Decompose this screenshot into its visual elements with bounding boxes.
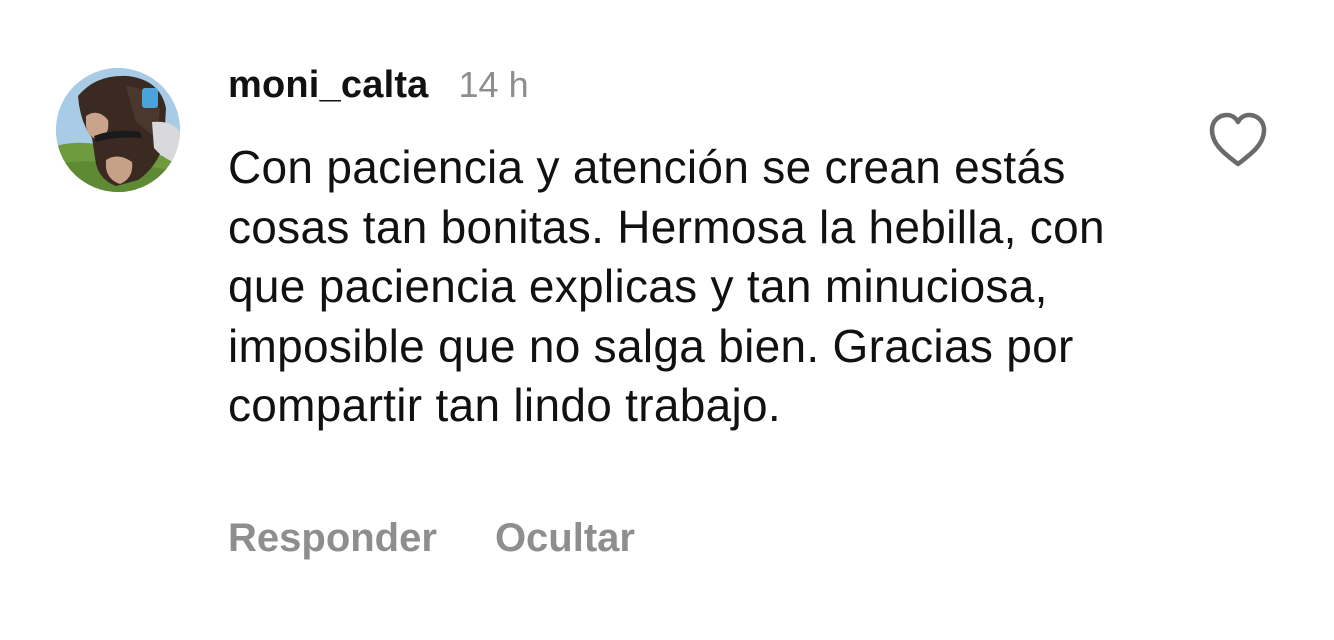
- avatar-image: [56, 68, 180, 192]
- comment-text: Con paciencia y atención se crean estás …: [228, 141, 1105, 431]
- comment-actions: Responder Ocultar: [228, 516, 635, 561]
- timestamp: 14 h: [458, 64, 529, 105]
- comment-item: moni_calta 14 h Con paciencia y atención…: [0, 0, 1334, 640]
- username[interactable]: moni_calta: [228, 64, 429, 107]
- like-button: [1209, 112, 1267, 167]
- heart-outline-icon[interactable]: [1204, 108, 1272, 172]
- avatar[interactable]: [56, 68, 180, 192]
- hide-button[interactable]: Ocultar: [495, 516, 635, 561]
- reply-button[interactable]: Responder: [228, 516, 437, 561]
- comment-header: moni_calta 14 h: [228, 64, 529, 107]
